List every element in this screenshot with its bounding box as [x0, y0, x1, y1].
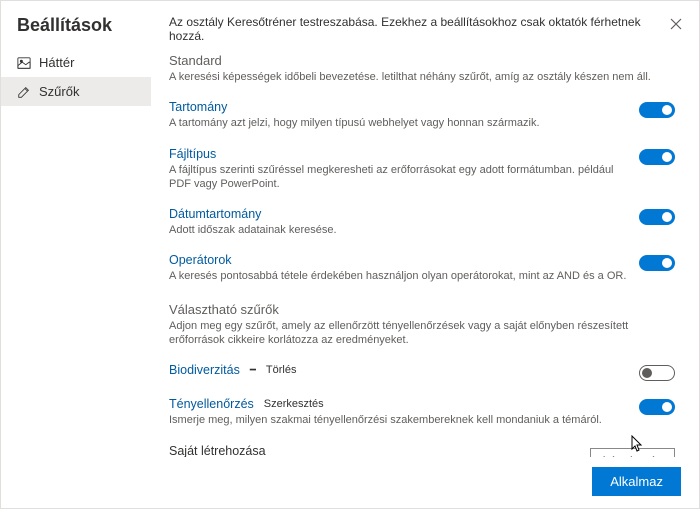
filter-title-text: Biodiverzitás — [169, 363, 240, 377]
header-description: Az osztály Keresőtréner testreszabása. E… — [169, 15, 659, 43]
filter-desc: A keresés pontosabbá tétele érdekében ha… — [169, 269, 627, 283]
toggle-factcheck[interactable] — [639, 399, 675, 415]
filter-title: Tartomány — [169, 100, 627, 114]
pencil-icon — [17, 85, 31, 99]
edit-link[interactable]: Szerkesztés — [264, 398, 324, 410]
filter-desc: A fájltípus szerinti szűréssel megkeresh… — [169, 163, 627, 192]
toggle-filetype[interactable] — [639, 149, 675, 165]
filter-desc: A tartomány azt jelzi, hogy milyen típus… — [169, 116, 627, 130]
sidebar-item-label: Háttér — [39, 55, 74, 70]
filter-title-text: Tényellenőrzés — [169, 397, 254, 411]
sidebar-title: Beállítások — [1, 9, 151, 48]
sidebar: Beállítások Háttér Szűrők — [1, 1, 151, 508]
optional-section-title: Választható szűrők — [169, 302, 675, 317]
main-panel: Az osztály Keresőtréner testreszabása. E… — [151, 1, 699, 508]
close-button[interactable] — [667, 15, 685, 33]
standard-section-title: Standard — [169, 53, 675, 68]
filter-domain: Tartomány A tartomány azt jelzi, hogy mi… — [169, 94, 675, 140]
standard-section-desc: A keresési képességek időbeli bevezetése… — [169, 70, 675, 84]
filter-biodiversity: Biodiverzitás ━ Törlés — [169, 357, 675, 391]
toggle-daterange[interactable] — [639, 209, 675, 225]
filter-create-own: Saját létrehozása Hozzon létre egy listá… — [169, 438, 675, 457]
optional-section-desc: Adjon meg egy szűrőt, amely az ellenőrzö… — [169, 319, 675, 348]
filter-title: Dátumtartomány — [169, 207, 627, 221]
image-icon — [17, 56, 31, 70]
filter-title: Operátorok — [169, 253, 627, 267]
sidebar-item-background[interactable]: Háttér — [1, 48, 151, 77]
filter-filetype: Fájltípus A fájltípus szerinti szűréssel… — [169, 141, 675, 202]
footer: Alkalmaz — [151, 457, 699, 508]
filter-operators: Operátorok A keresés pontosabbá tétele é… — [169, 247, 675, 293]
filter-title: Biodiverzitás ━ Törlés — [169, 363, 627, 377]
create-own-title: Saját létrehozása — [169, 444, 590, 457]
filter-title: Fájltípus — [169, 147, 627, 161]
filter-factcheck: Tényellenőrzés Szerkesztés Ismerje meg, … — [169, 391, 675, 437]
sidebar-item-filters[interactable]: Szűrők — [1, 77, 151, 106]
filter-badge: ━ — [250, 365, 256, 376]
toggle-operators[interactable] — [639, 255, 675, 271]
delete-link[interactable]: Törlés — [266, 364, 297, 376]
filter-daterange: Dátumtartomány Adott időszak adatainak k… — [169, 201, 675, 247]
content-row: Beállítások Háttér Szűrők Az osztály Ker… — [1, 1, 699, 508]
settings-dialog: Beállítások Háttér Szűrők Az osztály Ker… — [0, 0, 700, 509]
toggle-domain[interactable] — [639, 102, 675, 118]
filter-desc: Adott időszak adatainak keresése. — [169, 223, 627, 237]
header-row: Az osztály Keresőtréner testreszabása. E… — [151, 1, 699, 47]
scroll-area[interactable]: Standard A keresési képességek időbeli b… — [151, 47, 699, 457]
sidebar-item-label: Szűrők — [39, 84, 79, 99]
create-button[interactable]: Létrehozás — [590, 448, 675, 457]
toggle-biodiversity[interactable] — [639, 365, 675, 381]
filter-desc: Ismerje meg, milyen szakmai tényellenőrz… — [169, 413, 627, 427]
close-icon — [669, 17, 683, 31]
apply-button[interactable]: Alkalmaz — [592, 467, 681, 496]
filter-title: Tényellenőrzés Szerkesztés — [169, 397, 627, 411]
